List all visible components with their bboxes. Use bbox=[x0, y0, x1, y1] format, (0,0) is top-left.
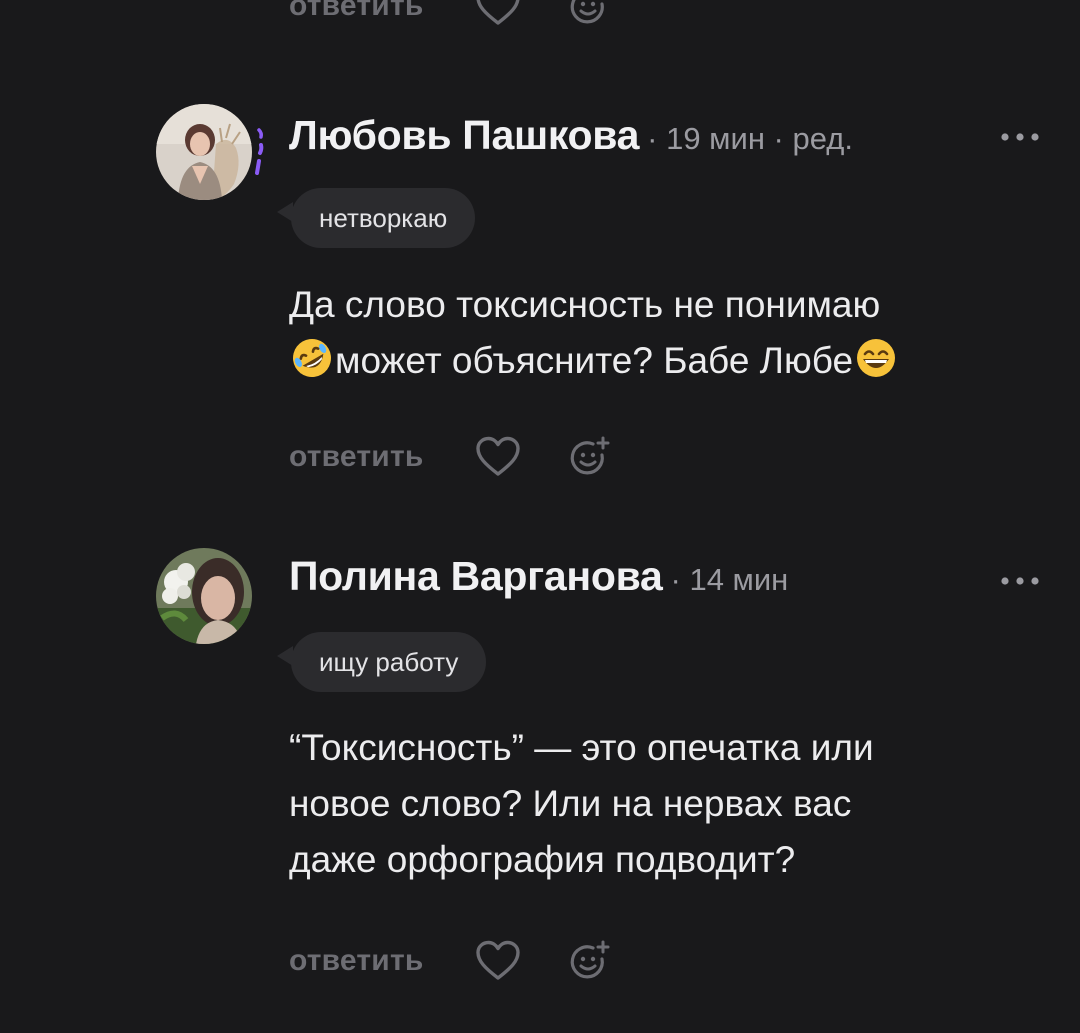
reply-button[interactable]: ответить bbox=[289, 0, 423, 23]
comment-header: Любовь Пашкова · 19 мин · ред. bbox=[289, 112, 853, 172]
add-reaction-icon[interactable] bbox=[569, 939, 613, 983]
previous-comment-actions: ответить bbox=[289, 0, 613, 26]
add-reaction-icon[interactable] bbox=[569, 435, 613, 479]
comment-text-line: “Токсисность” — это опечатка или bbox=[289, 727, 874, 768]
status-tag-label: нетворкаю bbox=[319, 202, 448, 233]
comment-actions: ответить bbox=[289, 432, 613, 482]
comment-meta: · 14 мин bbox=[670, 562, 789, 597]
author-name[interactable]: Любовь Пашкова bbox=[289, 112, 639, 159]
author-name[interactable]: Полина Варганова bbox=[289, 553, 663, 600]
status-tag-label: ищу работу bbox=[319, 646, 459, 677]
comment-text: “Токсисность” — это опечатка или новое с… bbox=[289, 720, 1029, 888]
comment-header: Полина Варганова · 14 мин bbox=[289, 553, 788, 613]
like-heart-icon[interactable] bbox=[475, 436, 521, 478]
comment-text-line: новое слово? Или на нервах вас bbox=[289, 783, 852, 824]
comment-meta: · 19 мин · ред. bbox=[647, 121, 853, 156]
more-options-icon[interactable] bbox=[999, 574, 1041, 588]
reply-button[interactable]: ответить bbox=[289, 944, 423, 978]
like-heart-icon[interactable] bbox=[475, 0, 521, 27]
comment-text-line: может объясните? Бабе Любе bbox=[289, 333, 1029, 389]
status-tag: ищу работу bbox=[277, 632, 487, 692]
avatar[interactable] bbox=[156, 104, 252, 200]
avatar[interactable] bbox=[156, 548, 252, 644]
add-reaction-icon[interactable] bbox=[569, 0, 613, 28]
comment-text-line: Да слово токсисность не понимаю bbox=[289, 284, 881, 325]
rolling-on-floor-laughing-emoji bbox=[289, 335, 335, 381]
status-tag: нетворкаю bbox=[277, 188, 476, 248]
tag-tail bbox=[277, 202, 293, 222]
grinning-smiling-eyes-emoji bbox=[853, 335, 899, 381]
comment-actions: ответить bbox=[289, 936, 613, 986]
tag-tail bbox=[277, 646, 293, 666]
like-heart-icon[interactable] bbox=[475, 940, 521, 982]
more-options-icon[interactable] bbox=[999, 130, 1041, 144]
reply-button[interactable]: ответить bbox=[289, 440, 423, 474]
story-ring-indicator bbox=[254, 127, 266, 177]
comment-text: Да слово токсисность не понимаю может об… bbox=[289, 277, 1029, 389]
comment-text-fragment: может объясните? Бабе Любе bbox=[335, 340, 854, 381]
comment-text-line: даже орфография подводит? bbox=[289, 839, 796, 880]
